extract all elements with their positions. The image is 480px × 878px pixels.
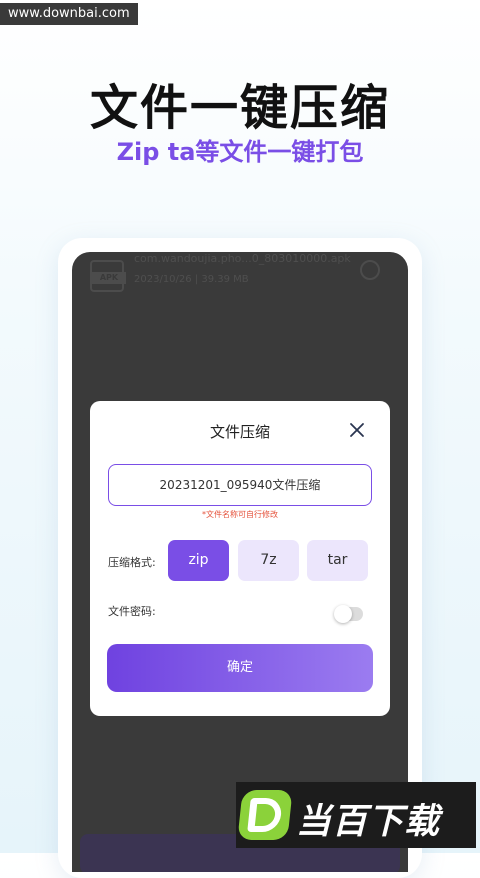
filename-input[interactable]: 20231201_095940文件压缩 <box>108 464 372 506</box>
format-7z-button[interactable]: 7z <box>238 540 299 581</box>
toggle-knob <box>334 605 352 623</box>
watermark: www.downbai.com <box>0 3 138 25</box>
promo-headline: 文件一键压缩 <box>89 80 390 136</box>
compress-dialog: 文件压缩 20231201_095940文件压缩 *文件名称可自行修改 压缩格式… <box>90 401 390 716</box>
format-label: 压缩格式: <box>108 556 156 569</box>
file-name: com.wandoujia.pho...0_803010000.apk <box>134 252 351 265</box>
apk-file-icon: APK <box>90 260 126 292</box>
file-meta: 2023/10/26 | 39.39 MB <box>134 274 249 285</box>
filename-hint: *文件名称可自行修改 <box>202 510 278 519</box>
logo-mark-icon <box>237 790 293 840</box>
confirm-button[interactable]: 确定 <box>107 644 373 692</box>
dialog-title: 文件压缩 <box>209 423 270 441</box>
format-zip-button[interactable]: zip <box>168 540 229 581</box>
site-logo: 当百下载 <box>236 782 476 848</box>
password-toggle[interactable] <box>334 605 363 623</box>
promo-subline: Zip ta等文件一键打包 <box>116 138 364 166</box>
check-circle-icon[interactable] <box>360 260 380 280</box>
apk-badge: APK <box>92 272 126 284</box>
close-icon[interactable] <box>348 421 366 439</box>
format-tar-button[interactable]: tar <box>307 540 368 581</box>
logo-text: 当百下载 <box>296 802 441 842</box>
logo-d-icon <box>247 798 283 832</box>
password-label: 文件密码: <box>108 605 156 618</box>
